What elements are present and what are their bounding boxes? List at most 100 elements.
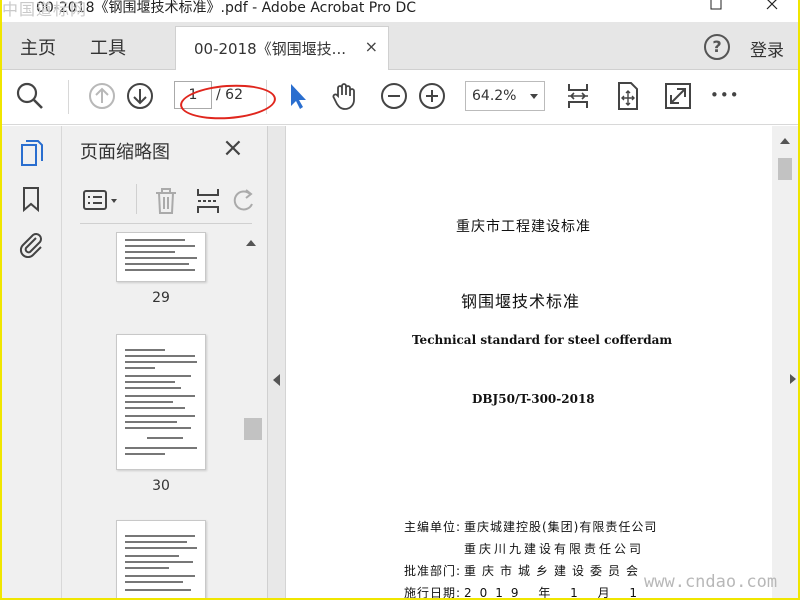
thumbnail-text-line (125, 567, 169, 569)
thumbnail-text-line (125, 257, 197, 259)
site-watermark: www.cndao.com (644, 572, 778, 592)
thumbnail-text-line (125, 575, 195, 577)
panel-close-icon[interactable]: × (222, 134, 244, 162)
document-tab-label: 00-2018《钢围堰技... (194, 40, 346, 58)
thumbnail-text-line (125, 245, 195, 247)
thumbnail-text-line (125, 555, 179, 557)
thumbnail-text-line (125, 349, 165, 351)
thumbnail-text-line (125, 447, 197, 449)
tab-close-icon[interactable]: × (365, 37, 378, 56)
help-icon[interactable]: ? (704, 34, 730, 60)
thumbnail-text-line (125, 547, 197, 549)
acrobat-window: 00-2018《钢围堰技术标准》.pdf - Adobe Acrobat Pro… (2, 0, 798, 598)
doc-editor-label: 主编单位: (404, 520, 462, 534)
full-screen-icon[interactable] (662, 80, 694, 112)
thumbnail-text-line (125, 427, 191, 429)
scrollbar-thumb[interactable] (244, 418, 262, 440)
thumbnail-text-line (125, 421, 177, 423)
insert-page-icon[interactable] (194, 186, 222, 220)
menu-tab-bar: 主页 工具 00-2018《钢围堰技... × ? 登录 (2, 22, 798, 70)
page-thumbnails-panel: 页面缩略图 × 29 30 (62, 126, 268, 598)
thumbnail-text-line (125, 239, 185, 241)
home-menu[interactable]: 主页 (20, 34, 56, 60)
thumbnail-page-30[interactable] (116, 334, 206, 470)
doc-title-chinese: 钢围堰技术标准 (461, 292, 581, 311)
zoom-out-icon[interactable] (378, 80, 410, 112)
scroll-up-icon[interactable] (780, 138, 790, 144)
doc-standard-number: DBJ50/T-300-2018 (472, 392, 595, 406)
document-scrollbar[interactable] (772, 126, 798, 598)
thumbnail-page-29[interactable] (116, 232, 206, 282)
thumbnail-text-line (125, 367, 155, 369)
doc-editor-2: 重庆川九建设有限责任公司 (464, 542, 645, 556)
thumbnail-toolbar (80, 178, 253, 224)
watermark-logo: 中国道标网 (2, 0, 88, 19)
thumbnail-text-line (147, 437, 183, 439)
thumbnail-text-line (125, 561, 193, 563)
doc-title-english: Technical standard for steel cofferdam (412, 333, 673, 347)
panel-title: 页面缩略图 (80, 142, 170, 163)
doc-approver-label: 批准部门: (404, 564, 462, 578)
page-thumbnails-icon[interactable] (16, 138, 46, 168)
zoom-level-select[interactable]: 64.2% (465, 81, 545, 111)
thumbnail-text-line (125, 381, 175, 383)
rotate-page-icon[interactable] (232, 186, 256, 220)
thumbnail-page-label: 30 (152, 478, 170, 494)
next-page-icon[interactable] (124, 80, 156, 112)
thumbnail-page-31[interactable] (116, 520, 206, 598)
doc-approver: 重庆市城乡建设委员会 (464, 564, 645, 578)
thumbnail-text-line (125, 535, 195, 537)
main-toolbar: 1 / 62 64.2% ••• (2, 70, 798, 125)
close-icon[interactable] (752, 0, 792, 14)
thumbnail-text-line (125, 355, 195, 357)
window-title: 00-2018《钢围堰技术标准》.pdf - Adobe Acrobat Pro… (36, 0, 416, 16)
thumbnail-text-line (125, 407, 185, 409)
doc-standard-category: 重庆市工程建设标准 (456, 219, 591, 235)
hand-tool-icon[interactable] (328, 80, 360, 112)
thumbnail-scrollbar[interactable] (242, 234, 262, 598)
chevron-down-icon (530, 94, 538, 99)
panel-splitter[interactable] (268, 126, 286, 598)
maximize-icon[interactable] (696, 0, 736, 14)
thumbnail-text-line (125, 541, 187, 543)
scrollbar-thumb[interactable] (778, 158, 792, 180)
title-bar: 00-2018《钢围堰技术标准》.pdf - Adobe Acrobat Pro… (2, 0, 798, 22)
thumbnail-text-line (125, 581, 183, 583)
doc-editor-1: 重庆城建控股(集团)有限责任公司 (464, 520, 658, 534)
options-menu-icon[interactable] (82, 188, 122, 218)
document-tab[interactable]: 00-2018《钢围堰技... × (175, 26, 389, 70)
thumbnail-text-line (125, 269, 195, 271)
document-view: 重庆市工程建设标准 钢围堰技术标准 Technical standard for… (286, 126, 798, 598)
scroll-up-icon[interactable] (246, 240, 256, 246)
thumbnail-text-line (125, 375, 191, 377)
zoom-in-icon[interactable] (416, 80, 448, 112)
rotate-view-icon[interactable] (612, 80, 644, 112)
signin-button[interactable]: 登录 (750, 36, 784, 61)
attachment-icon[interactable] (16, 228, 46, 259)
more-tools-icon[interactable]: ••• (710, 86, 742, 118)
thumbnail-text-line (125, 415, 195, 417)
navigation-rail (2, 126, 62, 598)
thumbnail-text-line (125, 263, 189, 265)
expand-right-panel-icon[interactable] (790, 374, 796, 384)
collapse-panel-icon[interactable] (273, 374, 280, 386)
thumbnail-page-label: 29 (152, 290, 170, 306)
scrolling-mode-icon[interactable] (562, 80, 594, 112)
tools-menu[interactable]: 工具 (90, 34, 126, 60)
zoom-value: 64.2% (472, 88, 517, 104)
thumbnail-text-line (125, 401, 173, 403)
thumbnail-text-line (125, 395, 195, 397)
thumbnail-text-line (125, 589, 191, 591)
search-icon[interactable] (14, 80, 46, 112)
thumbnail-text-line (125, 387, 181, 389)
previous-page-icon[interactable] (86, 80, 118, 112)
select-cursor-icon[interactable] (282, 80, 314, 112)
bookmark-icon[interactable] (16, 184, 46, 214)
doc-effective-date: 2019 年 1 月 1 (464, 586, 646, 598)
thumbnail-text-line (125, 453, 165, 455)
thumbnail-list: 29 30 (62, 232, 242, 598)
thumbnail-text-line (125, 251, 175, 253)
toolbar-divider (136, 184, 137, 214)
thumbnail-text-line (125, 361, 197, 363)
delete-page-icon[interactable] (152, 186, 180, 220)
